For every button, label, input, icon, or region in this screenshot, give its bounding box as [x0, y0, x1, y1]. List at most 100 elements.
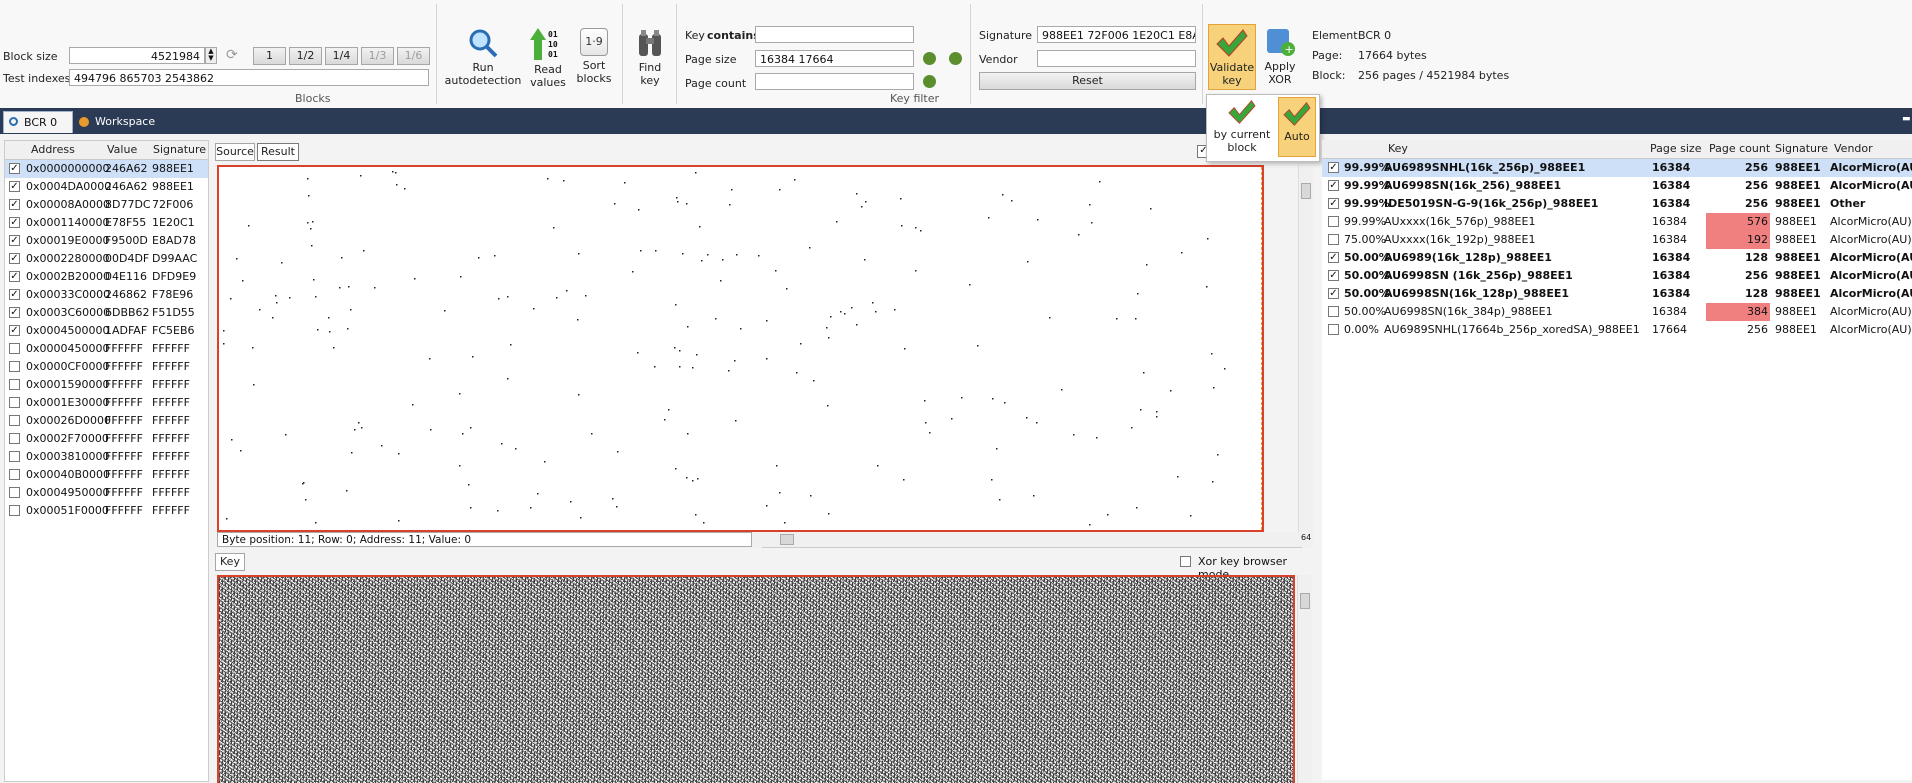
table-row[interactable]: ✓ 0x0002B20000 04E116 DFD9E9: [5, 268, 208, 286]
row-checkbox[interactable]: ✓: [9, 235, 20, 246]
table-row[interactable]: 0x00051F0000 FFFFFF FFFFFF: [5, 502, 208, 520]
xor-browser-checkbox[interactable]: [1180, 556, 1191, 567]
table-row[interactable]: ✓ 0x00019E0000 F9500D E8AD78: [5, 232, 208, 250]
header-value[interactable]: Value: [107, 143, 137, 156]
key-row-checkbox[interactable]: ✓: [1328, 252, 1339, 263]
key-vertical-scrollbar[interactable]: [1297, 575, 1312, 783]
row-checkbox[interactable]: ✓: [9, 163, 20, 174]
page-size-helper-icon-2[interactable]: [949, 52, 962, 65]
key-bitmap-view[interactable]: [217, 575, 1295, 783]
vendor-input[interactable]: [1037, 50, 1196, 67]
key-row[interactable]: ✓ 50.00% AU6989(16k_128p)_988EE1 16384 128 98…: [1322, 249, 1912, 267]
row-checkbox[interactable]: ✓: [9, 289, 20, 300]
row-checkbox[interactable]: ✓: [9, 199, 20, 210]
row-checkbox[interactable]: [9, 397, 20, 408]
page-size-input[interactable]: 16384 17664: [755, 50, 914, 67]
test-indexes-input[interactable]: 494796 865703 2543862: [69, 69, 429, 86]
row-checkbox[interactable]: ✓: [9, 271, 20, 282]
page-count-helper-icon[interactable]: [923, 75, 936, 88]
sort-blocks-button[interactable]: 1·9 Sort blocks: [574, 28, 614, 85]
read-values-button[interactable]: 01 10 01 Read values: [528, 28, 568, 89]
table-row[interactable]: 0x0004950000 FFFFFF FFFFFF: [5, 484, 208, 502]
header-vendor[interactable]: Vendor: [1834, 142, 1873, 155]
table-row[interactable]: 0x0002F70000 FFFFFF FFFFFF: [5, 430, 208, 448]
row-checkbox[interactable]: [9, 415, 20, 426]
result-vertical-scrollbar[interactable]: [1298, 165, 1313, 532]
row-checkbox[interactable]: ✓: [9, 181, 20, 192]
run-autodetection-button[interactable]: Run autodetection: [442, 28, 524, 87]
table-row[interactable]: ✓ 0x0001140000 E78F55 1E20C1: [5, 214, 208, 232]
row-checkbox[interactable]: [9, 361, 20, 372]
row-checkbox[interactable]: [9, 343, 20, 354]
table-row[interactable]: 0x0001E30000 FFFFFF FFFFFF: [5, 394, 208, 412]
table-row[interactable]: 0x0001590000 FFFFFF FFFFFF: [5, 376, 208, 394]
key-row-checkbox[interactable]: ✓: [1328, 162, 1339, 173]
validate-auto[interactable]: Auto: [1278, 97, 1316, 157]
table-row[interactable]: 0x00026D0000 FFFFFF FFFFFF: [5, 412, 208, 430]
signature-input[interactable]: 988EE1 72F006 1E20C1 E8AD7: [1037, 26, 1196, 43]
row-checkbox[interactable]: ✓: [9, 325, 20, 336]
tab-workspace[interactable]: Workspace: [75, 111, 165, 133]
table-row[interactable]: ✓ 0x00008A0000 8D77DC 72F006: [5, 196, 208, 214]
validate-key-button[interactable]: Validate key: [1208, 24, 1256, 90]
table-row[interactable]: ✓ 0x0004DA0000 246A62 988EE1: [5, 178, 208, 196]
table-row[interactable]: ✓ 0x00033C0000 246862 F78E96: [5, 286, 208, 304]
table-row[interactable]: 0x00040B0000 FFFFFF FFFFFF: [5, 466, 208, 484]
row-checkbox[interactable]: [9, 505, 20, 516]
header-address[interactable]: Address: [31, 143, 75, 156]
link-icon[interactable]: ⟳: [226, 47, 238, 63]
reset-button[interactable]: Reset: [979, 72, 1196, 90]
validate-by-current-block[interactable]: by current block: [1211, 99, 1273, 154]
table-row[interactable]: ✓ 0x0002280000 00D4DF D99AAC: [5, 250, 208, 268]
key-row-checkbox[interactable]: [1328, 234, 1339, 245]
table-row[interactable]: ✓ 0x0004500000 1ADFAF FC5EB6: [5, 322, 208, 340]
fraction-button-half[interactable]: 1/2: [289, 47, 322, 65]
key-row-checkbox[interactable]: [1328, 306, 1339, 317]
result-bitmap-view[interactable]: [217, 165, 1264, 532]
key-row[interactable]: ✓ 99.99% AU6989SNHL(16k_256p)_988EE1 16384 2…: [1322, 159, 1912, 177]
row-checkbox[interactable]: [9, 433, 20, 444]
fraction-button-third[interactable]: 1/3: [361, 47, 394, 65]
key-row[interactable]: ✓ 99.99% AU6998SN(16k_256)_988EE1 16384 256 9…: [1322, 177, 1912, 195]
row-checkbox[interactable]: ✓: [9, 253, 20, 264]
tab-bcr0[interactable]: BCR 0 ✕: [3, 111, 73, 151]
key-row[interactable]: 75.00% AUxxxx(16k_192p)_988EE1 16384 192 988…: [1322, 231, 1912, 249]
header-page-count[interactable]: Page count: [1709, 142, 1770, 155]
table-row[interactable]: 0x0000CF0000 FFFFFF FFFFFF: [5, 358, 208, 376]
tab-key[interactable]: Key: [215, 553, 245, 571]
key-row[interactable]: 0.00% AU6989SNHL(17664b_256p_xoredSA)_988…: [1322, 321, 1912, 339]
fraction-button-quarter[interactable]: 1/4: [325, 47, 358, 65]
key-row-checkbox[interactable]: [1328, 324, 1339, 335]
key-row[interactable]: ✓ 50.00% AU6998SN(16k_128p)_988EE1 16384 128…: [1322, 285, 1912, 303]
header-signature[interactable]: Signature: [153, 143, 206, 156]
key-contains-input[interactable]: [755, 26, 914, 43]
key-row[interactable]: ✓ 99.99% IDE5019SN-G-9(16k_256p)_988EE1 163…: [1322, 195, 1912, 213]
tab-result[interactable]: Result: [257, 143, 299, 161]
row-checkbox[interactable]: [9, 451, 20, 462]
table-row[interactable]: 0x0003810000 FFFFFF FFFFFF: [5, 448, 208, 466]
key-row-checkbox[interactable]: ✓: [1328, 198, 1339, 209]
header-key[interactable]: Key: [1388, 142, 1408, 155]
tab-source[interactable]: Source: [215, 143, 255, 161]
row-checkbox[interactable]: ✓: [9, 307, 20, 318]
block-size-spinner[interactable]: ▲ ▼: [205, 47, 217, 64]
page-count-input[interactable]: [755, 73, 914, 90]
row-checkbox[interactable]: [9, 469, 20, 480]
fraction-button-sixth[interactable]: 1/6: [397, 47, 430, 65]
key-row-checkbox[interactable]: ✓: [1328, 270, 1339, 281]
row-checkbox[interactable]: ✓: [9, 217, 20, 228]
block-size-input[interactable]: 4521984: [69, 47, 205, 64]
key-row-checkbox[interactable]: ✓: [1328, 288, 1339, 299]
fraction-button-1[interactable]: 1: [253, 47, 286, 65]
tab-menu-icon[interactable]: ▬: [1902, 114, 1911, 124]
result-horizontal-scrollbar[interactable]: [762, 532, 1302, 548]
table-row[interactable]: ✓ 0x0000000000 246A62 988EE1: [5, 160, 208, 178]
header-key-signature[interactable]: Signature: [1775, 142, 1828, 155]
key-row[interactable]: 99.99% AUxxxx(16k_576p)_988EE1 16384 576 988…: [1322, 213, 1912, 231]
row-checkbox[interactable]: [9, 487, 20, 498]
key-row[interactable]: 50.00% AU6998SN(16k_384p)_988EE1 16384 384 9…: [1322, 303, 1912, 321]
header-page-size[interactable]: Page size: [1650, 142, 1701, 155]
key-row-checkbox[interactable]: [1328, 216, 1339, 227]
key-row[interactable]: ✓ 50.00% AU6998SN (16k_256p)_988EE1 16384 25…: [1322, 267, 1912, 285]
find-key-button[interactable]: Find key: [630, 28, 670, 87]
